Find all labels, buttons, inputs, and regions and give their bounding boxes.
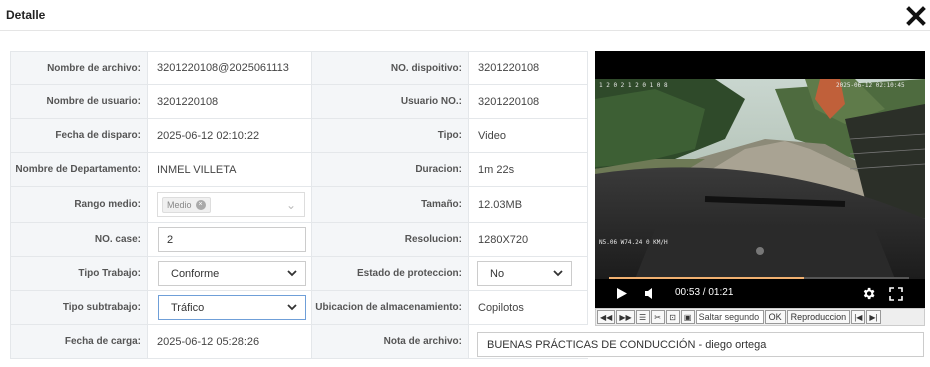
ok-button[interactable]: OK	[764, 310, 786, 324]
user-name-value: 3201220108	[147, 84, 312, 119]
fast-forward-icon[interactable]: ▶▶	[616, 310, 635, 324]
rewind-icon[interactable]: ◀◀	[597, 310, 616, 324]
case-no-label: NO. case:	[10, 222, 148, 257]
table-row: Rango medio: Medio × ⌄ Tamaño: 12.03MB	[10, 186, 588, 223]
range-chip-label: Medio	[167, 199, 192, 210]
skip-to-start-icon[interactable]: |◀	[851, 310, 866, 324]
detail-table: Nombre de archivo: 3201220108@2025061113…	[10, 51, 588, 359]
range-label: Rango medio:	[10, 186, 148, 223]
video-player[interactable]: 1 2 0 2 1 2 0 1 0 8 2025-06-12 02:10:45 …	[595, 51, 925, 310]
table-row: Nombre de Departamento: INMEL VILLETA Du…	[10, 152, 588, 187]
osd-gps: N5.06 W74.24 0 KM/H	[599, 239, 668, 246]
list-icon[interactable]: ☰	[635, 310, 650, 324]
table-row: Tipo subtrabajo: Tráfico Ubicacion de al…	[10, 290, 588, 325]
osd-device: 1 2 0 2 1 2 0 1 0 8	[599, 82, 668, 89]
duration-label: Duracion:	[311, 152, 469, 187]
storage-value: Copilotos	[468, 290, 588, 325]
department-label: Nombre de Departamento:	[10, 152, 148, 187]
table-row: Nombre de archivo: 3201220108@2025061113…	[10, 51, 588, 85]
file-name-label: Nombre de archivo:	[10, 51, 148, 85]
chevron-down-icon: ⌄	[285, 197, 296, 212]
case-no-input[interactable]: 2	[158, 227, 306, 252]
range-multiselect[interactable]: Medio × ⌄	[157, 192, 305, 217]
scissors-icon[interactable]: ✂	[650, 310, 665, 324]
play-icon[interactable]	[616, 287, 628, 300]
storage-label: Ubicacion de almacenamiento:	[311, 290, 469, 325]
detail-modal: Detalle Nombre de archivo: 3201220108@20…	[0, 0, 930, 367]
user-no-label: Usuario NO.:	[311, 84, 469, 119]
trigger-date-value: 2025-06-12 02:10:22	[147, 118, 312, 153]
size-label: Tamaño:	[311, 186, 469, 223]
modal-header: Detalle	[0, 0, 930, 31]
range-chip: Medio ×	[162, 196, 211, 213]
protection-value: No	[490, 267, 505, 280]
resolution-value: 1280X720	[468, 222, 588, 257]
frame-step-icon[interactable]: ▣	[680, 310, 695, 324]
table-row: Tipo Trabajo: Conforme Estado de protecc…	[10, 256, 588, 291]
video-frame	[595, 79, 925, 279]
table-row: NO. case: 2 Resolucion: 1280X720	[10, 222, 588, 257]
progress-bar[interactable]	[609, 277, 909, 279]
work-subtype-select[interactable]: Tráfico	[158, 295, 306, 320]
remove-chip-icon[interactable]: ×	[195, 199, 206, 210]
chevron-down-icon	[287, 304, 297, 311]
duration-value: 1m 22s	[468, 152, 588, 187]
playback-button[interactable]: Reproduccion	[786, 310, 851, 324]
progress-fill	[609, 277, 804, 279]
work-type-label: Tipo Trabajo:	[10, 256, 148, 291]
file-note-label: Nota de archivo:	[311, 324, 469, 359]
skip-to-end-icon[interactable]: ▶|	[866, 310, 881, 324]
department-value: INMEL VILLETA	[147, 152, 312, 187]
trigger-date-label: Fecha de disparo:	[10, 118, 148, 153]
time-display: 00:53 / 01:21	[675, 287, 734, 298]
protection-select[interactable]: No	[477, 261, 572, 286]
modal-title: Detalle	[6, 8, 46, 22]
file-name-value: 3201220108@2025061113	[147, 51, 312, 85]
work-subtype-value: Tráfico	[171, 301, 205, 314]
chevron-down-icon	[553, 270, 563, 277]
work-type-value: Conforme	[171, 267, 220, 280]
device-no-label: NO. dispoitivo:	[311, 51, 469, 85]
table-row: Nombre de usuario: 3201220108 Usuario NO…	[10, 84, 588, 119]
device-no-value: 3201220108	[468, 51, 588, 85]
osd-datetime: 2025-06-12 02:10:45	[836, 82, 905, 89]
resolution-label: Resolucion:	[311, 222, 469, 257]
type-label: Tipo:	[311, 118, 469, 153]
chevron-down-icon	[287, 270, 297, 277]
table-row: Fecha de disparo: 2025-06-12 02:10:22 Ti…	[10, 118, 588, 153]
work-type-select[interactable]: Conforme	[158, 261, 306, 286]
upload-date-label: Fecha de carga:	[10, 324, 148, 359]
upload-date-value: 2025-06-12 05:28:26	[147, 324, 312, 359]
file-note-input[interactable]: BUENAS PRÁCTICAS DE CONDUCCIÓN - diego o…	[477, 332, 924, 357]
type-value: Video	[468, 118, 588, 153]
close-icon[interactable]	[906, 6, 926, 26]
protection-label: Estado de proteccion:	[311, 256, 469, 291]
volume-icon[interactable]	[644, 287, 658, 300]
fullscreen-icon[interactable]	[889, 287, 903, 301]
settings-gear-icon[interactable]	[861, 286, 876, 301]
user-name-label: Nombre de usuario:	[10, 84, 148, 119]
playback-toolbar: ◀◀ ▶▶ ☰ ✂ ⊡ ▣ Saltar segundo OK Reproduc…	[595, 308, 925, 326]
work-subtype-label: Tipo subtrabajo:	[10, 290, 148, 325]
skip-seconds-input[interactable]: Saltar segundo	[695, 310, 764, 324]
size-value: 12.03MB	[468, 186, 588, 223]
snapshot-icon[interactable]: ⊡	[665, 310, 680, 324]
user-no-value: 3201220108	[468, 84, 588, 119]
